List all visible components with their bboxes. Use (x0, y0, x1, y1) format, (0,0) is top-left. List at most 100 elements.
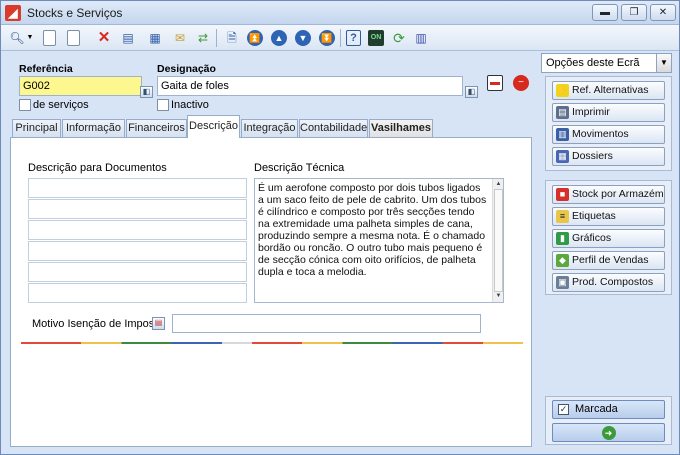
prod-compostos-button[interactable]: ▣ Prod. Compostos (552, 273, 665, 292)
search-icon[interactable]: 🔍︎ (8, 29, 26, 47)
tab-integracao[interactable]: Integração (241, 119, 298, 137)
tab-informacao[interactable]: Informação (62, 119, 125, 137)
sync-icon[interactable]: ⟳ (390, 29, 408, 47)
toolbar-separator (216, 29, 217, 47)
marcada-label: Marcada (575, 403, 618, 415)
copy-document-icon[interactable] (67, 30, 80, 46)
inactivo-label: Inactivo (171, 99, 209, 111)
mail-icon[interactable]: ✉ (171, 29, 189, 47)
perfil-de-vendas-button[interactable]: ◆ Perfil de Vendas (552, 251, 665, 270)
movimentos-button[interactable]: ▥ Movimentos (552, 125, 665, 144)
referencia-label: Referência (19, 63, 73, 75)
first-record-icon[interactable]: ⏫ (247, 30, 263, 46)
link-icon: ⚡ (556, 84, 569, 97)
inactivo-checkbox[interactable] (157, 99, 169, 111)
title-bar: ◢ Stocks e Serviços ▬ ❐ ✕ (1, 1, 679, 25)
referencia-lookup-icon[interactable]: ◧ (140, 86, 153, 98)
scroll-thumb[interactable] (494, 189, 503, 292)
minimize-button[interactable]: ▬ (592, 4, 618, 21)
printer-icon: ▤ (556, 106, 569, 119)
etiquetas-label: Etiquetas (572, 210, 616, 222)
previous-record-icon[interactable]: ▲ (271, 30, 287, 46)
online-icon[interactable]: ON (368, 30, 384, 46)
movimentos-label: Movimentos (572, 128, 629, 140)
delete-icon[interactable]: ✕ (95, 29, 113, 47)
imprimir-label: Imprimir (572, 106, 610, 118)
warehouse-icon: ■ (556, 188, 569, 201)
stock-por-armazem-button[interactable]: ■ Stock por Armazém (552, 185, 665, 204)
motivo-isencao-input[interactable] (172, 314, 481, 333)
chart-icon: ▮ (556, 232, 569, 245)
tab-contabilidade[interactable]: Contabilidade (299, 119, 368, 137)
tab-financeiros[interactable]: Financeiros (126, 119, 187, 137)
app-window: ◢ Stocks e Serviços ▬ ❐ ✕ 🔍︎ ▼ ✕ ▤ ▦ ✉ ⇄… (0, 0, 680, 455)
docs-description-label: Descrição para Documentos (28, 162, 167, 174)
screen-options-value: Opções deste Ecrã (546, 57, 640, 69)
decorative-color-divider (21, 342, 523, 344)
technical-description-scrollbar[interactable]: ▲ ▼ (492, 179, 503, 302)
technical-description-label: Descrição Técnica (254, 162, 345, 174)
motivo-isencao-label: Motivo Isenção de Imposto (32, 318, 164, 330)
forward-arrow-icon: ➜ (601, 426, 616, 440)
tab-principal[interactable]: Principal (12, 119, 61, 137)
search-dropdown-icon[interactable]: ▼ (25, 29, 35, 47)
imprimir-button[interactable]: ▤ Imprimir (552, 103, 665, 122)
docs-description-line-5[interactable] (28, 262, 247, 282)
composite-products-icon: ▣ (556, 276, 569, 289)
cancel-entry-icon[interactable]: ▬ (487, 75, 503, 91)
de-servicos-label: de serviços (33, 99, 89, 111)
toolbar: 🔍︎ ▼ ✕ ▤ ▦ ✉ ⇄ 🗎 ⏫ ▲ ▼ ⏬ ? ON ⟳ ▥ (1, 25, 679, 51)
referencia-input[interactable]: G002 (19, 76, 142, 96)
options-group-1: ⚡ Ref. Alternativas ▤ Imprimir ▥ Movimen… (545, 76, 672, 171)
refresh-icon[interactable]: ⇄ (194, 29, 212, 47)
dossiers-button[interactable]: ▦ Dossiers (552, 147, 665, 166)
label-icon: ≡ (556, 210, 569, 223)
graficos-label: Gráficos (572, 232, 612, 244)
scroll-up-icon[interactable]: ▲ (494, 180, 503, 189)
toolbar-separator (340, 29, 341, 47)
remove-icon[interactable]: − (513, 75, 529, 91)
marcada-toggle[interactable]: ✓ Marcada (552, 400, 665, 419)
docs-description-line-3[interactable] (28, 220, 247, 240)
graficos-button[interactable]: ▮ Gráficos (552, 229, 665, 248)
movements-icon: ▥ (556, 128, 569, 141)
docs-description-line-4[interactable] (28, 241, 247, 261)
docs-description-line-6[interactable] (28, 283, 247, 303)
right-options-panel: Opções deste Ecrã ▼ ⚡ Ref. Alternativas … (541, 53, 676, 451)
help-icon[interactable]: ? (346, 30, 361, 46)
scroll-down-icon[interactable]: ▼ (494, 292, 503, 301)
stock-por-armazem-label: Stock por Armazém (572, 188, 664, 200)
de-servicos-checkbox[interactable] (19, 99, 31, 111)
window-title: Stocks e Serviços (27, 6, 123, 20)
last-record-icon[interactable]: ⏬ (319, 30, 335, 46)
technical-description-textarea[interactable]: É um aerofone composto por dois tubos li… (254, 178, 504, 303)
designacao-lookup-icon[interactable]: ◧ (465, 86, 478, 98)
etiquetas-button[interactable]: ≡ Etiquetas (552, 207, 665, 226)
confirm-button[interactable]: ➜ (552, 423, 665, 442)
options-group-bottom: ✓ Marcada ➜ (545, 396, 672, 445)
close-button[interactable]: ✕ (650, 4, 676, 21)
report-icon[interactable]: ▥ (412, 29, 430, 47)
designacao-input[interactable]: Gaita de foles (157, 76, 463, 96)
grid-icon[interactable]: ▦ (146, 29, 164, 47)
dossier-icon: ▦ (556, 150, 569, 163)
next-record-icon[interactable]: ▼ (295, 30, 311, 46)
options-group-2: ■ Stock por Armazém ≡ Etiquetas ▮ Gráfic… (545, 180, 672, 295)
chevron-down-icon[interactable]: ▼ (656, 54, 671, 72)
tab-vasilhames[interactable]: Vasilhames (369, 119, 433, 137)
screen-options-select[interactable]: Opções deste Ecrã ▼ (541, 53, 672, 73)
descricao-panel: Descrição para Documentos Descrição Técn… (10, 137, 532, 447)
designacao-label: Designação (157, 63, 216, 75)
docs-description-line-2[interactable] (28, 199, 247, 219)
perfil-de-vendas-label: Perfil de Vendas (572, 254, 649, 266)
docs-description-line-1[interactable] (28, 178, 247, 198)
edit-record-icon[interactable]: ▤ (119, 29, 137, 47)
new-document-icon[interactable] (43, 30, 56, 46)
preview-icon[interactable]: 🗎 (223, 29, 241, 47)
tab-descricao[interactable]: Descrição (187, 115, 240, 138)
ref-alternativas-label: Ref. Alternativas (572, 84, 649, 96)
motivo-isencao-lookup-icon[interactable]: ▤ (152, 317, 165, 330)
dossiers-label: Dossiers (572, 150, 613, 162)
restore-button[interactable]: ❐ (621, 4, 647, 21)
ref-alternativas-button[interactable]: ⚡ Ref. Alternativas (552, 81, 665, 100)
